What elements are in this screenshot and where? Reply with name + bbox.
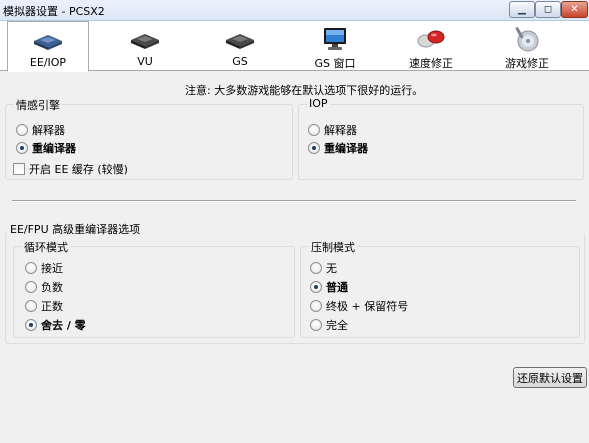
close-icon: ✕: [570, 4, 579, 15]
radio-button[interactable]: [16, 142, 28, 154]
tab-label: 游戏修正: [505, 57, 549, 70]
option-label: 负数: [41, 281, 63, 294]
restore-defaults-button[interactable]: 还原默认设置: [513, 367, 587, 388]
pill-icon: [417, 30, 445, 48]
recompiler-options-panel: 循环模式 接近 负数 正数 舍去 / 零 压制模式 无 普通 终极 + 保留符号…: [5, 232, 585, 344]
tab-label: EE/IOP: [29, 56, 67, 69]
category-tabs: EE/IOP VU GS GS 窗口 速度修正 游戏修正: [0, 21, 589, 72]
rounding-nearest-option[interactable]: 接近: [25, 260, 63, 276]
radio-button[interactable]: [310, 300, 322, 312]
title-bar[interactable]: 模拟器设置 - PCSX2 ▁ ◻ ✕: [0, 0, 589, 21]
ee-group: 情感引擎 解释器 重编译器 开启 EE 缓存 (较慢): [5, 97, 293, 180]
radio-button[interactable]: [25, 300, 37, 312]
tab-vu[interactable]: VU: [104, 21, 186, 71]
radio-button[interactable]: [310, 262, 322, 274]
maximize-icon: ◻: [543, 4, 553, 15]
radio-button[interactable]: [25, 262, 37, 274]
option-label: 完全: [326, 319, 348, 332]
tab-speed-hacks[interactable]: 速度修正: [390, 21, 472, 71]
clamping-full-option[interactable]: 完全: [310, 317, 348, 333]
maximize-button[interactable]: ◻: [535, 1, 561, 18]
close-button[interactable]: ✕: [561, 1, 588, 18]
chip-icon: [226, 34, 254, 49]
rounding-mode-group: 循环模式 接近 负数 正数 舍去 / 零: [13, 239, 295, 338]
rounding-positive-option[interactable]: 正数: [25, 298, 63, 314]
iop-interpreter-option[interactable]: 解释器: [308, 122, 357, 138]
option-label: 普通: [326, 281, 348, 294]
option-label: 舍去 / 零: [41, 319, 86, 332]
rounding-negative-option[interactable]: 负数: [25, 279, 63, 295]
monitor-icon: [324, 28, 346, 50]
tab-label: 速度修正: [409, 57, 453, 70]
radio-button[interactable]: [16, 124, 28, 136]
ee-interpreter-option[interactable]: 解释器: [16, 122, 65, 138]
radio-button[interactable]: [310, 319, 322, 331]
ee-recompiler-option[interactable]: 重编译器: [16, 140, 76, 156]
rounding-chop-zero-option[interactable]: 舍去 / 零: [25, 317, 86, 333]
clamping-extra-sign-option[interactable]: 终极 + 保留符号: [310, 298, 408, 314]
option-label: 终极 + 保留符号: [326, 300, 409, 313]
tab-label: GS 窗口: [314, 57, 356, 70]
radio-button[interactable]: [25, 319, 37, 331]
option-label: 重编译器: [324, 142, 368, 155]
option-label: 接近: [41, 262, 63, 275]
ee-group-title: 情感引擎: [14, 97, 62, 113]
chip-blue-icon: [34, 35, 62, 50]
clamping-normal-option[interactable]: 普通: [310, 279, 348, 295]
iop-group-title: IOP: [307, 97, 330, 110]
minimize-button[interactable]: ▁: [509, 1, 535, 18]
checkbox[interactable]: [13, 163, 25, 175]
settings-window: 模拟器设置 - PCSX2 ▁ ◻ ✕ EE/IOP VU GS GS 窗口 速…: [0, 0, 589, 443]
clamping-mode-group: 压制模式 无 普通 终极 + 保留符号 完全: [300, 239, 580, 338]
ee-cache-checkbox[interactable]: 开启 EE 缓存 (较慢): [13, 161, 128, 177]
disc-icon: [515, 27, 539, 52]
option-label: 正数: [41, 300, 63, 313]
iop-recompiler-option[interactable]: 重编译器: [308, 140, 368, 156]
tab-label: GS: [232, 55, 248, 68]
clamping-none-option[interactable]: 无: [310, 260, 337, 276]
rounding-mode-title: 循环模式: [22, 239, 70, 255]
checkbox-label: 开启 EE 缓存 (较慢): [29, 163, 128, 176]
option-label: 无: [326, 262, 337, 275]
radio-button[interactable]: [310, 281, 322, 293]
option-label: 重编译器: [32, 142, 76, 155]
clamping-mode-title: 压制模式: [309, 239, 357, 255]
tab-gs-window[interactable]: GS 窗口: [294, 21, 376, 71]
tab-ee-iop[interactable]: EE/IOP: [7, 21, 89, 72]
tab-label: VU: [137, 55, 153, 68]
option-label: 解释器: [32, 124, 65, 137]
option-label: 解释器: [324, 124, 357, 137]
minimize-icon: ▁: [518, 4, 526, 15]
window-title: 模拟器设置 - PCSX2: [3, 5, 105, 18]
section-divider: [12, 200, 576, 202]
radio-button[interactable]: [308, 142, 320, 154]
tab-gs[interactable]: GS: [199, 21, 281, 71]
radio-button[interactable]: [308, 124, 320, 136]
radio-button[interactable]: [25, 281, 37, 293]
tab-game-fixes[interactable]: 游戏修正: [486, 21, 568, 71]
chip-icon: [131, 34, 159, 49]
notice-text: 注意: 大多数游戏能够在默认选项下很好的运行。: [185, 84, 424, 97]
iop-group: IOP 解释器 重编译器: [298, 97, 584, 180]
